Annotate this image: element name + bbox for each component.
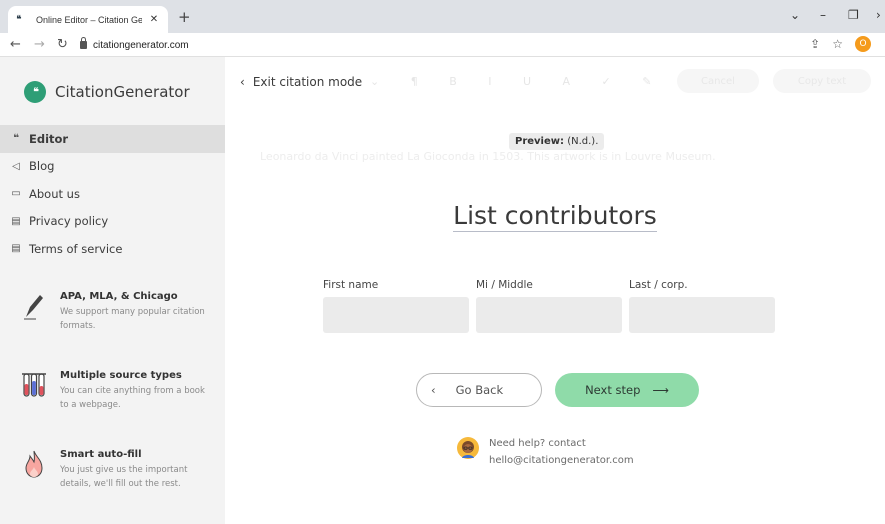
feature-text: You can cite anything from a book to a w… <box>60 386 205 410</box>
forward-arrow-icon[interactable]: → <box>34 37 45 52</box>
sidebar-item-label: Terms of service <box>29 241 123 256</box>
chevron-left-icon: ‹ <box>240 75 245 89</box>
next-step-button[interactable]: Next step ⟶ <box>555 373 699 407</box>
bookmark-star-icon[interactable]: ☆ <box>832 37 843 51</box>
flame-icon <box>25 450 43 478</box>
exit-citation-mode-link[interactable]: ‹ Exit citation mode <box>240 75 362 89</box>
back-arrow-icon[interactable]: ← <box>10 37 21 52</box>
sidebar-item-editor[interactable]: ❝ Editor <box>0 125 225 153</box>
sidebar-item-label: Editor <box>29 131 69 146</box>
id-card-icon: ▭ <box>11 188 21 200</box>
feature-text: You just give us the important details, … <box>60 465 188 489</box>
megaphone-icon: ◁ <box>12 160 20 172</box>
faded-copy-button: Copy text <box>773 69 871 93</box>
chevron-left-icon: ‹ <box>431 383 436 397</box>
feature-title: Multiple source types <box>60 370 182 381</box>
brand[interactable]: ❛❛ CitationGenerator <box>24 81 190 103</box>
next-step-label: Next step <box>585 383 641 397</box>
sidebar-item-terms-of-service[interactable]: ▤ Terms of service <box>0 235 225 263</box>
support-avatar-icon <box>457 437 479 459</box>
sidebar-item-label: About us <box>29 186 80 201</box>
share-icon[interactable]: ⇪ <box>810 37 820 51</box>
site-favicon-icon: ❛❛ <box>16 13 22 26</box>
sidebar-item-label: Blog <box>29 159 55 174</box>
page-title: List contributors <box>225 201 885 232</box>
minimize-icon[interactable]: – <box>820 8 826 22</box>
go-back-button[interactable]: ‹ Go Back <box>416 373 542 407</box>
help-contact: Need help? contact hello@citationgenerat… <box>457 435 634 469</box>
sidebar: ❛❛ CitationGenerator ❝ Editor ◁ Blog ▭ A… <box>0 57 225 524</box>
tab-close-icon[interactable]: ✕ <box>148 14 160 25</box>
feature-title: Smart auto-fill <box>60 449 142 460</box>
restore-icon[interactable]: ❐ <box>848 8 859 22</box>
feature-auto-fill: Smart auto-fill You just give us the imp… <box>22 449 212 491</box>
logo-icon: ❛❛ <box>24 81 46 103</box>
sidebar-item-blog[interactable]: ◁ Blog <box>0 153 225 181</box>
faded-cancel-button: Cancel <box>677 69 759 93</box>
test-tubes-icon <box>22 373 46 397</box>
sidebar-menu: ❝ Editor ◁ Blog ▭ About us ▤ Privacy pol… <box>0 125 225 263</box>
middle-name-input[interactable] <box>476 297 622 333</box>
feature-source-types: Multiple source types You can cite anyth… <box>22 370 212 412</box>
close-window-icon[interactable]: › <box>876 8 881 22</box>
editor-main: ‹ Exit citation mode ⌄ ¶ B I U A ✓ ✎ Can… <box>225 57 885 524</box>
browser-tab-bar: ❛❛ Online Editor – Citation Generat ✕ + … <box>0 0 885 33</box>
tab-search-icon[interactable]: ⌄ <box>790 8 800 22</box>
arrow-right-icon: ⟶ <box>652 383 669 397</box>
profile-avatar[interactable]: O <box>855 36 871 52</box>
faded-format-toolbar: ⌄ ¶ B I U A ✓ ✎ <box>370 75 666 88</box>
help-text: Need help? contact <box>489 438 586 449</box>
sidebar-item-about-us[interactable]: ▭ About us <box>0 180 225 208</box>
faded-citation-sentence: Leonardo da Vinci painted La Gioconda in… <box>260 150 716 163</box>
lock-icon <box>80 37 87 49</box>
quote-icon: ❝ <box>13 133 19 145</box>
sidebar-item-privacy-policy[interactable]: ▤ Privacy policy <box>0 208 225 236</box>
first-name-input[interactable] <box>323 297 469 333</box>
go-back-label: Go Back <box>455 383 504 397</box>
url-text: citationgenerator.com <box>93 39 189 51</box>
address-bar-actions: ⇪ ☆ O <box>810 36 871 52</box>
support-email-link[interactable]: hello@citationgenerator.com <box>489 452 634 469</box>
browser-tab[interactable]: ❛❛ Online Editor – Citation Generat ✕ <box>8 6 168 33</box>
heading-text: List contributors <box>453 201 657 232</box>
tab-title: Online Editor – Citation Generat <box>36 14 142 25</box>
url-field[interactable]: citationgenerator.com <box>80 36 800 54</box>
feature-text: We support many popular citation formats… <box>60 307 205 331</box>
pen-icon <box>24 295 43 320</box>
exit-label: Exit citation mode <box>252 75 363 89</box>
preview-value: (N.d.). <box>567 136 599 147</box>
reload-icon[interactable]: ↻ <box>57 37 68 52</box>
address-bar: ← → ↻ citationgenerator.com ⇪ ☆ O <box>0 33 885 57</box>
preview-badge: Preview: (N.d.). <box>509 133 605 150</box>
sidebar-item-label: Privacy policy <box>29 214 109 229</box>
last-name-input[interactable] <box>629 297 775 333</box>
new-tab-icon[interactable]: + <box>178 8 191 26</box>
middle-name-label: Mi / Middle <box>476 279 533 291</box>
brand-name: CitationGenerator <box>55 83 190 101</box>
feature-citation-formats: APA, MLA, & Chicago We support many popu… <box>22 291 212 333</box>
last-name-label: Last / corp. <box>629 279 688 291</box>
first-name-label: First name <box>323 279 379 291</box>
feature-title: APA, MLA, & Chicago <box>60 291 178 302</box>
document-icon: ▤ <box>11 243 21 255</box>
preview-label: Preview: <box>515 136 565 147</box>
document-icon: ▤ <box>11 215 21 227</box>
